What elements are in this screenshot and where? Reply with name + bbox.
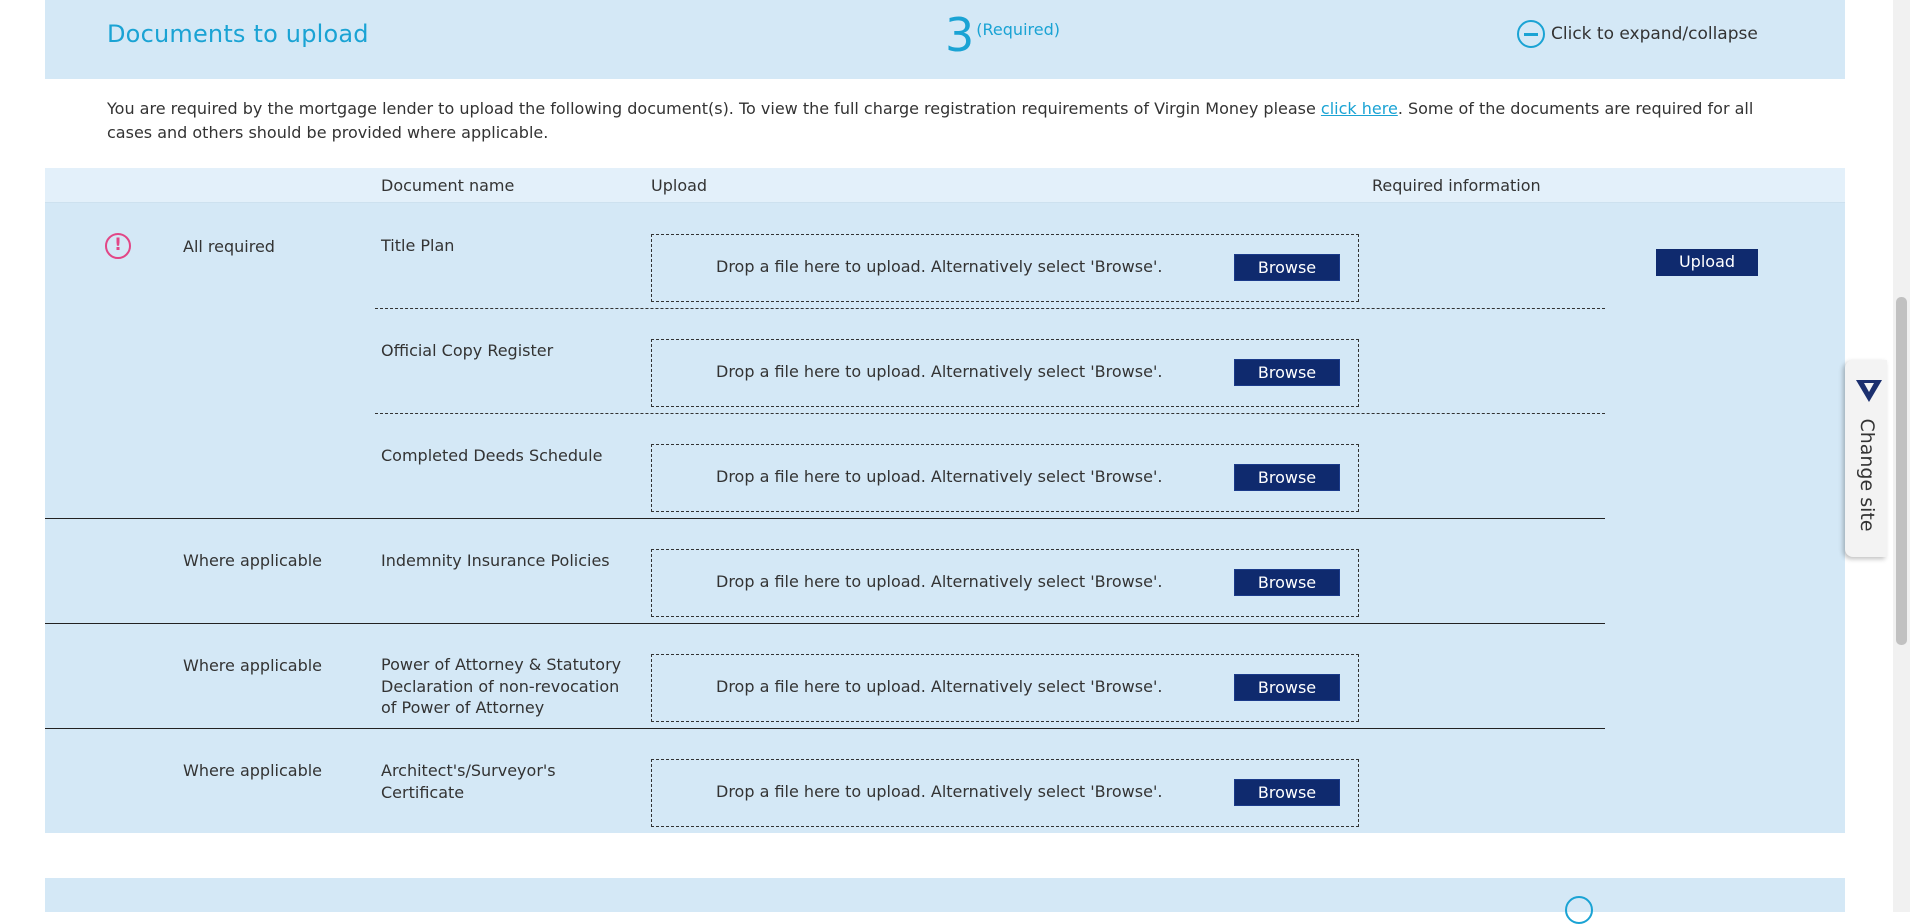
document-name: Architect's/Surveyor's Certificate <box>381 761 556 802</box>
row-category: Where applicable <box>183 551 323 570</box>
row-category: Where applicable <box>183 761 323 780</box>
column-header-document-name: Document name <box>381 176 515 195</box>
required-count-number: 3 <box>945 8 975 62</box>
drop-zone-text: Drop a file here to upload. Alternativel… <box>716 362 1163 381</box>
drop-zone-text: Drop a file here to upload. Alternativel… <box>716 572 1163 591</box>
intro-text-before: You are required by the mortgage lender … <box>107 99 1321 118</box>
collapse-minus-icon[interactable] <box>1517 20 1545 48</box>
row-category: Where applicable <box>183 656 323 675</box>
click-here-link[interactable]: click here <box>1321 99 1398 118</box>
brand-v-logo-icon <box>1856 380 1882 402</box>
group-divider <box>45 728 1605 729</box>
file-drop-zone[interactable]: Drop a file here to upload. Alternativel… <box>651 759 1359 827</box>
document-name: Official Copy Register <box>381 341 554 360</box>
browse-button[interactable]: Browse <box>1234 779 1340 806</box>
file-drop-zone[interactable]: Drop a file here to upload. Alternativel… <box>651 444 1359 512</box>
next-panel-toggle-icon[interactable] <box>1565 896 1593 924</box>
row-category: All required <box>183 237 275 256</box>
documents-table-body: ! All required Title Plan Drop a file he… <box>45 203 1845 833</box>
documents-table-header: Document name Upload Required informatio… <box>45 168 1845 203</box>
drop-zone-text: Drop a file here to upload. Alternativel… <box>716 782 1163 801</box>
file-drop-zone[interactable]: Drop a file here to upload. Alternativel… <box>651 654 1359 722</box>
document-name: Completed Deeds Schedule <box>381 446 603 465</box>
expand-collapse-toggle[interactable]: Click to expand/collapse <box>1517 18 1758 50</box>
required-count: 3 (Required) <box>945 8 1060 62</box>
document-name: Indemnity Insurance Policies <box>381 551 610 570</box>
column-header-upload: Upload <box>651 176 708 195</box>
browse-button[interactable]: Browse <box>1234 569 1340 596</box>
change-site-label[interactable]: Change site <box>1856 417 1878 533</box>
required-alert-icon: ! <box>105 233 131 259</box>
documents-panel-header: Documents to upload 3 (Required) Click to… <box>45 0 1845 79</box>
drop-zone-text: Drop a file here to upload. Alternativel… <box>716 467 1163 486</box>
browse-button[interactable]: Browse <box>1234 674 1340 701</box>
file-drop-zone[interactable]: Drop a file here to upload. Alternativel… <box>651 234 1359 302</box>
upload-button[interactable]: Upload <box>1656 249 1758 276</box>
file-drop-zone[interactable]: Drop a file here to upload. Alternativel… <box>651 549 1359 617</box>
required-count-label: (Required) <box>976 20 1060 39</box>
change-site-tab[interactable]: Change site <box>1845 360 1887 557</box>
expand-collapse-label[interactable]: Click to expand/collapse <box>1551 24 1758 44</box>
document-name: Power of Attorney & Statutory Declaratio… <box>381 655 622 717</box>
drop-zone-text: Drop a file here to upload. Alternativel… <box>716 257 1163 276</box>
row-divider <box>375 308 1605 309</box>
page-scrollbar-thumb[interactable] <box>1896 297 1907 645</box>
drop-zone-text: Drop a file here to upload. Alternativel… <box>716 677 1163 696</box>
browse-button[interactable]: Browse <box>1234 254 1340 281</box>
browse-button[interactable]: Browse <box>1234 464 1340 491</box>
group-divider <box>45 518 1605 519</box>
column-header-required-information: Required information <box>1372 176 1541 195</box>
group-divider <box>45 623 1605 624</box>
row-divider <box>375 413 1605 414</box>
intro-text: You are required by the mortgage lender … <box>107 97 1767 144</box>
document-name: Title Plan <box>381 236 455 255</box>
browse-button[interactable]: Browse <box>1234 359 1340 386</box>
next-panel-header <box>45 878 1845 924</box>
file-drop-zone[interactable]: Drop a file here to upload. Alternativel… <box>651 339 1359 407</box>
panel-title: Documents to upload <box>107 20 369 48</box>
